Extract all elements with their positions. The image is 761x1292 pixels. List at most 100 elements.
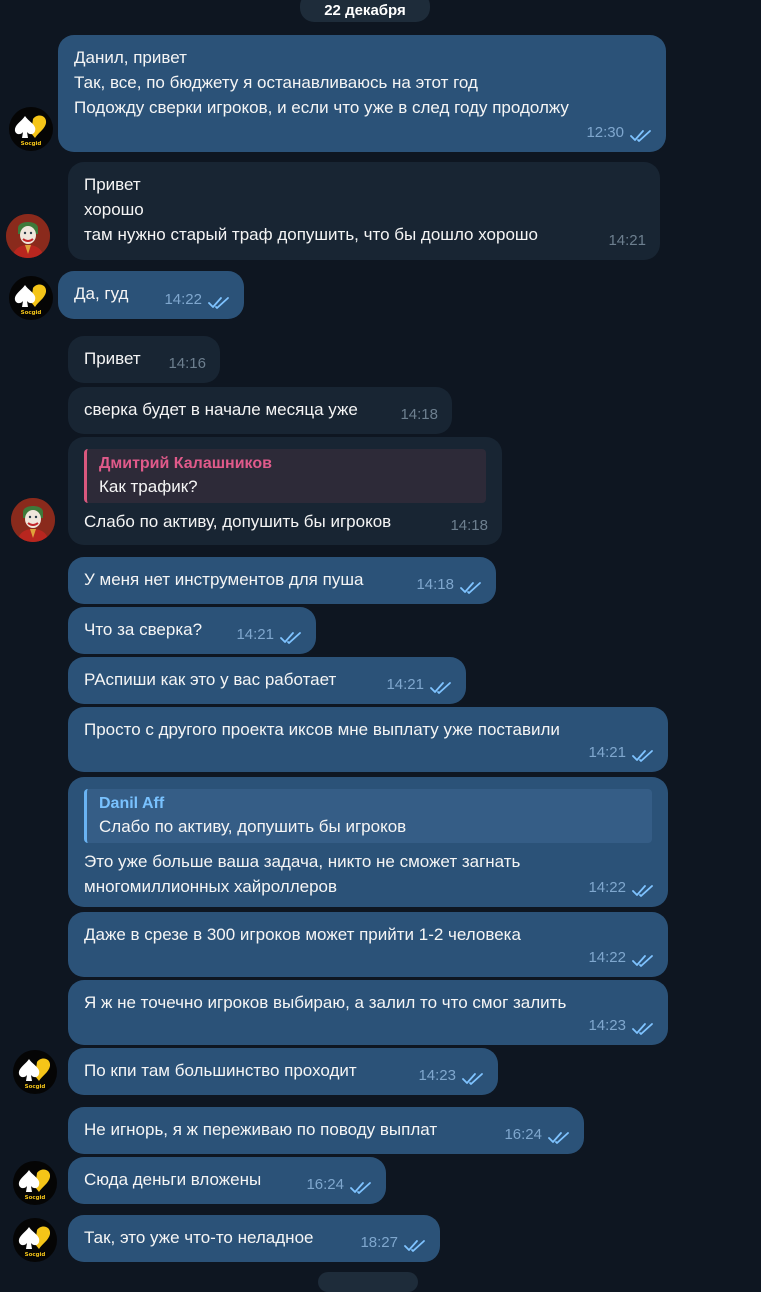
message-text: Привет xyxy=(84,175,141,194)
message-time: 14:23 xyxy=(588,1017,626,1034)
message-meta: 14:21 xyxy=(608,228,646,253)
message-meta: 14:22 xyxy=(588,945,654,970)
message-time: 14:22 xyxy=(588,879,626,896)
message-meta: 18:27 xyxy=(360,1230,426,1255)
spade-heart-logo-icon: Socgid xyxy=(14,115,47,147)
spade-heart-logo-icon: Socgid xyxy=(18,1226,51,1258)
message-time: 14:21 xyxy=(386,676,424,693)
double-check-icon xyxy=(630,126,652,142)
outgoing-message[interactable]: Не игнорь, я ж переживаю по поводу выпла… xyxy=(68,1107,584,1154)
message-meta: 14:16 xyxy=(168,351,206,376)
outgoing-message[interactable]: Danil Aff Слабо по активу, допушить бы иг… xyxy=(68,777,668,907)
message-text: Так, все, по бюджету я останавливаюсь на… xyxy=(74,73,478,92)
message-time: 14:21 xyxy=(236,626,274,643)
joker-photo-icon xyxy=(6,214,50,258)
message-meta: 16:24 xyxy=(504,1122,570,1147)
user-avatar[interactable] xyxy=(11,498,55,542)
message-text: Слабо по активу, допушить бы игроков xyxy=(84,512,392,531)
outgoing-message[interactable]: Так, это уже что-то неладное 18:27 xyxy=(68,1215,440,1262)
brand-avatar[interactable]: Socgid xyxy=(9,276,53,320)
message-text: Просто с другого проекта иксов мне выпла… xyxy=(84,720,560,739)
incoming-message[interactable]: Привет 14:16 xyxy=(68,336,220,383)
outgoing-message[interactable]: Просто с другого проекта иксов мне выпла… xyxy=(68,707,668,772)
incoming-message[interactable]: сверка будет в начале месяца уже 14:18 xyxy=(68,387,452,434)
message-time: 14:22 xyxy=(164,291,202,308)
message-meta: 14:21 xyxy=(588,740,654,765)
double-check-icon xyxy=(350,1178,372,1194)
outgoing-message[interactable]: РАспиши как это у вас работает 14:21 xyxy=(68,657,466,704)
spade-heart-logo-icon: Socgid xyxy=(18,1169,51,1201)
message-text: многомиллионных хайроллеров xyxy=(84,877,338,896)
message-text: там нужно старый траф допушить, что бы д… xyxy=(84,225,539,244)
message-time: 14:23 xyxy=(418,1067,456,1084)
incoming-message[interactable]: Дмитрий Калашников Как трафик? Слабо по ак… xyxy=(68,437,502,545)
reply-text: Как трафик? xyxy=(99,477,198,496)
spade-heart-logo-icon: Socgid xyxy=(14,284,47,316)
message-text: Я ж не точечно игроков выбираю, а залил … xyxy=(84,993,567,1012)
double-check-icon xyxy=(460,578,482,594)
joker-photo-icon xyxy=(11,498,55,542)
message-meta: 14:23 xyxy=(418,1063,484,1088)
message-meta: 16:24 xyxy=(306,1172,372,1197)
message-meta: 14:18 xyxy=(400,402,438,427)
double-check-icon xyxy=(404,1236,426,1252)
reply-author: Danil Aff xyxy=(99,795,165,812)
outgoing-message[interactable]: Да, гуд 14:22 xyxy=(58,271,244,319)
double-check-icon xyxy=(632,881,654,897)
message-time: 14:18 xyxy=(450,517,488,534)
outgoing-message[interactable]: Сюда деньги вложены 16:24 xyxy=(68,1157,386,1204)
message-time: 14:16 xyxy=(168,355,206,372)
double-check-icon xyxy=(632,951,654,967)
outgoing-message[interactable]: У меня нет инструментов для пуша 14:18 xyxy=(68,557,496,604)
outgoing-message[interactable]: Что за сверка? 14:21 xyxy=(68,607,316,654)
message-meta: 14:18 xyxy=(450,513,488,538)
svg-text:Socgid: Socgid xyxy=(21,141,42,147)
brand-avatar[interactable]: Socgid xyxy=(13,1161,57,1205)
message-time: 14:21 xyxy=(608,232,646,249)
message-time: 14:22 xyxy=(588,949,626,966)
outgoing-message[interactable]: Данил, привет Так, все, по бюджету я оста… xyxy=(58,35,666,152)
svg-text:Socgid: Socgid xyxy=(25,1084,46,1090)
brand-avatar[interactable]: Socgid xyxy=(9,107,53,151)
reply-quote[interactable]: Дмитрий Калашников Как трафик? xyxy=(84,449,486,503)
message-text: сверка будет в начале месяца уже xyxy=(84,400,358,419)
brand-avatar[interactable]: Socgid xyxy=(13,1050,57,1094)
message-time: 16:24 xyxy=(504,1126,542,1143)
message-time: 12:30 xyxy=(586,124,624,141)
svg-text:Socgid: Socgid xyxy=(25,1195,46,1201)
spade-heart-logo-icon: Socgid xyxy=(18,1058,51,1090)
outgoing-message[interactable]: Я ж не точечно игроков выбираю, а залил … xyxy=(68,980,668,1045)
message-time: 14:18 xyxy=(416,576,454,593)
message-time: 16:24 xyxy=(306,1176,344,1193)
message-time: 18:27 xyxy=(360,1234,398,1251)
message-meta: 14:22 xyxy=(164,287,230,312)
outgoing-message[interactable]: Даже в срезе в 300 игроков может прийти … xyxy=(68,912,668,977)
message-meta: 14:18 xyxy=(416,572,482,597)
svg-text:Socgid: Socgid xyxy=(21,310,42,316)
reply-author: Дмитрий Калашников xyxy=(99,455,272,472)
double-check-icon xyxy=(280,628,302,644)
double-check-icon xyxy=(462,1069,484,1085)
message-time: 14:18 xyxy=(400,406,438,423)
outgoing-message[interactable]: По кпи там большинство проходит 14:23 xyxy=(68,1048,498,1095)
message-meta: 14:22 xyxy=(588,875,654,900)
message-meta: 14:23 xyxy=(588,1013,654,1038)
bottom-date-pill xyxy=(318,1272,418,1292)
reply-text: Слабо по активу, допушить бы игроков xyxy=(99,817,407,836)
message-meta: 12:30 xyxy=(586,120,652,145)
message-meta: 14:21 xyxy=(386,672,452,697)
message-text: Подожду сверки игроков, и если что уже в… xyxy=(74,98,569,117)
double-check-icon xyxy=(208,293,230,309)
double-check-icon xyxy=(632,1019,654,1035)
message-text: хорошо xyxy=(84,200,144,219)
message-text: Не игнорь, я ж переживаю по поводу выпла… xyxy=(84,1120,438,1139)
brand-avatar[interactable]: Socgid xyxy=(13,1218,57,1262)
double-check-icon xyxy=(430,678,452,694)
message-time: 14:21 xyxy=(588,744,626,761)
reply-quote[interactable]: Danil Aff Слабо по активу, допушить бы иг… xyxy=(84,789,652,843)
message-text: Данил, привет xyxy=(74,48,187,67)
user-avatar[interactable] xyxy=(6,214,50,258)
incoming-message[interactable]: Привет хорошо там нужно старый траф допуши… xyxy=(68,162,660,260)
message-text: Это уже больше ваша задача, никто не смо… xyxy=(84,852,521,871)
double-check-icon xyxy=(632,746,654,762)
